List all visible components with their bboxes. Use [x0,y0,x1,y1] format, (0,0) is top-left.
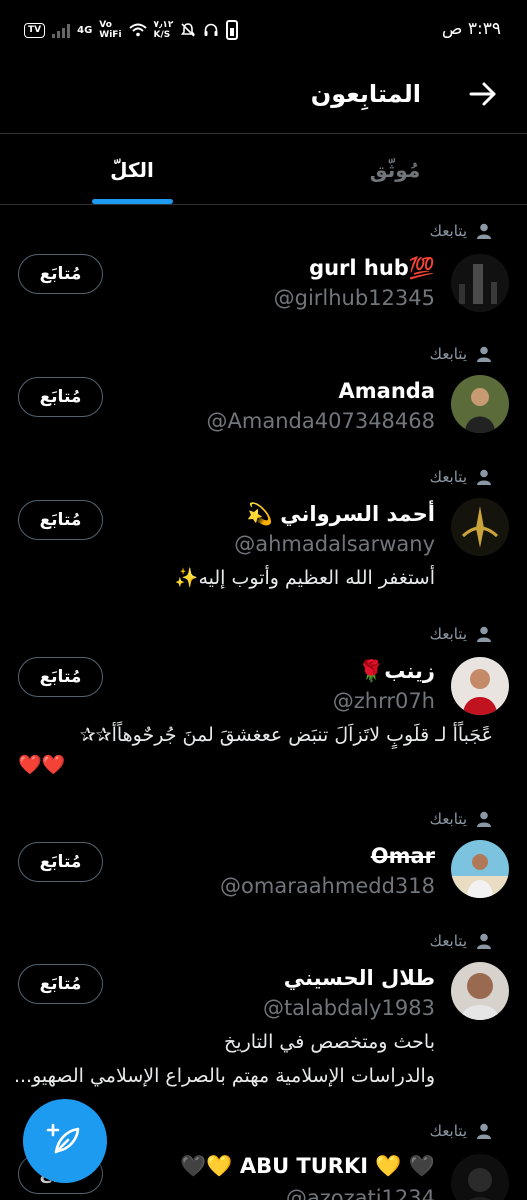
user-name[interactable]: 🖤 💛 ABU TURKI 💛🖤 [180,1154,435,1179]
follows-you-label: يتابعك [430,625,493,643]
follower-row[interactable]: يتابعك أحمد السرواني 💫 @ahmadalsarwany أ… [0,468,527,618]
signal-icon [52,23,71,38]
user-bio-line: ❤️❤️ [18,754,66,776]
follows-you-text: يتابعك [429,810,467,828]
avatar[interactable] [451,840,509,898]
network-type: 4G [77,24,93,36]
following-button[interactable]: مُتابَع [18,842,103,882]
tab-verified[interactable]: مُوثّق [263,135,527,205]
following-button[interactable]: مُتابَع [18,657,103,697]
user-name[interactable]: زينب🌹 [358,659,435,684]
net-speed: ٧٫١٢ K/S [154,20,174,40]
user-handle[interactable]: @zhrr07h [333,689,435,713]
person-icon [477,346,491,362]
avatar[interactable] [451,375,509,433]
active-tab-indicator [92,199,173,204]
status-icons: TV 4G Vo WiFi ٧٫١٢ K/S [24,20,239,40]
follows-you-label: يتابعك [430,222,493,240]
wifi-label: WiFi [99,30,122,40]
net-speed-unit: K/S [153,30,171,40]
follows-you-text: يتابعك [429,468,467,486]
tv-badge: TV [24,22,46,38]
user-bio-line: عًجَباًأ لـ قلَوبٍ لاتَزاَلَ تنبَض ععغشق… [79,724,493,746]
mute-bell-icon [181,23,196,37]
follows-you-text: يتابعك [429,222,467,240]
vowifi-indicator: Vo WiFi [99,20,121,40]
user-name[interactable]: 💯gurl hub [309,256,435,281]
compose-feather-icon [46,1123,80,1154]
compose-button[interactable] [23,1099,107,1183]
page-title: المتابِعون [310,80,421,108]
follows-you-text: يتابعك [429,1122,467,1140]
avatar-image [451,254,509,312]
follows-you-label: يتابعك [430,1122,493,1140]
avatar[interactable] [451,254,509,312]
status-bar: TV 4G Vo WiFi ٧٫١٢ K/S ٣:٣٩ ص [0,0,527,62]
avatar[interactable] [451,657,509,715]
avatar-image [451,498,509,556]
tab-all[interactable]: الكلّ [0,135,264,205]
avatar-image [451,375,509,433]
user-handle[interactable]: @azozati1234 [286,1186,435,1200]
user-name[interactable]: أحمد السرواني 💫 [247,502,435,527]
avatar[interactable] [451,1154,509,1200]
person-icon [477,223,491,239]
net-speed-value: ٧٫١٢ [153,20,174,30]
wifi-icon [128,23,147,37]
person-icon [477,626,491,642]
following-button[interactable]: مُتابَع [18,964,103,1004]
follows-you-text: يتابعك [429,345,467,363]
follows-you-text: يتابعك [429,932,467,950]
avatar-image [451,1154,509,1200]
user-bio-line: باحث ومتخصص في التاريخ [224,1031,435,1053]
follower-row[interactable]: يتابعك زينب🌹 @zhrr07h عًجَباًأ لـ قلَوبٍ… [0,625,527,800]
follower-row[interactable]: يتابعك Amanda @Amanda407348468 مُتابَع [0,345,527,455]
following-button[interactable]: مُتابَع [18,377,103,417]
person-icon [477,1123,491,1139]
arrow-right-icon [469,82,496,106]
headset-icon [204,23,218,36]
avatar[interactable] [451,498,509,556]
follows-you-label: يتابعك [430,932,493,950]
follower-row[interactable]: يتابعك 💯gurl hub @girlhub12345 مُتابَع [0,222,527,332]
user-name[interactable]: طلال الحسيني [284,966,435,990]
avatar[interactable] [451,962,509,1020]
back-button[interactable] [467,78,499,110]
user-bio-line: أستغفر الله العظيم وأتوب إليه✨ [174,567,435,589]
person-icon [477,933,491,949]
follows-you-text: يتابعك [429,625,467,643]
user-name[interactable]: Omar [371,844,435,868]
user-handle[interactable]: @omaraahmedd318 [220,874,435,898]
follows-you-label: يتابعك [430,468,493,486]
following-button[interactable]: مُتابَع [18,500,103,540]
battery-icon [226,20,239,40]
clock: ٣:٣٩ ص [441,19,501,39]
avatar-image [451,840,509,898]
follower-row[interactable]: يتابعك Omar @omaraahmedd318 مُتابَع [0,810,527,920]
user-handle[interactable]: @ahmadalsarwany [234,532,435,556]
user-handle[interactable]: @Amanda407348468 [207,409,435,433]
person-icon [477,811,491,827]
following-button[interactable]: مُتابَع [18,254,103,294]
user-bio-line: والدراسات الإسلامية مهتم بالصراع الإسلام… [13,1065,435,1087]
user-handle[interactable]: @talabdaly1983 [263,996,435,1020]
avatar-image [451,657,509,715]
top-app-bar: المتابِعون [0,62,527,134]
vo-label: Vo [99,20,112,30]
follows-you-label: يتابعك [430,810,493,828]
avatar-image [451,962,509,1020]
person-icon [477,469,491,485]
user-handle[interactable]: @girlhub12345 [274,286,435,310]
follower-tabs: الكلّ مُوثّق [0,135,527,205]
follows-you-label: يتابعك [430,345,493,363]
user-name[interactable]: Amanda [339,379,435,403]
follower-row[interactable]: يتابعك طلال الحسيني @talabdaly1983 باحث … [0,932,527,1107]
